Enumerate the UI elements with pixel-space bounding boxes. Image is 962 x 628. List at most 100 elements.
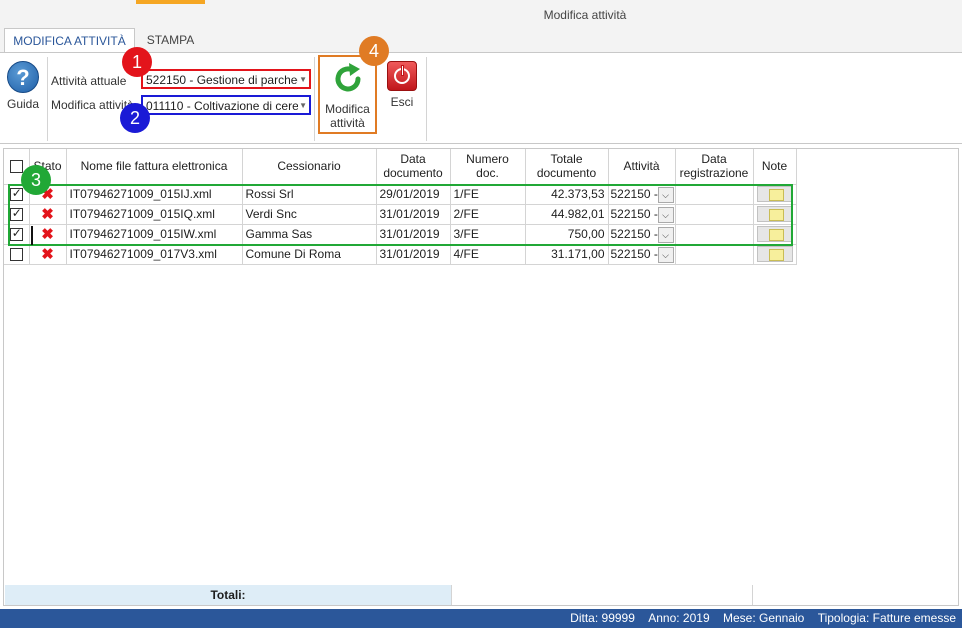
row-checkbox[interactable] xyxy=(9,226,23,242)
chevron-down-icon: ▼ xyxy=(299,75,307,84)
callout-badge-4: 4 xyxy=(359,36,389,66)
attivita-value: 522150 - xyxy=(610,247,658,261)
modify-activity-select[interactable]: 011110 - Coltivazione di cereali ▼ xyxy=(141,95,311,115)
totale-cell: 44.982,01 xyxy=(525,204,609,225)
header-data-documento[interactable]: Data documento xyxy=(376,149,451,185)
numero-cell: 2/FE xyxy=(450,204,526,225)
ribbon-separator xyxy=(47,57,48,141)
current-activity-value: 522150 - Gestione di parcheggi xyxy=(146,73,298,87)
note-cell[interactable] xyxy=(753,204,797,225)
chevron-down-icon[interactable]: ⌵ xyxy=(657,246,674,263)
status-mese: Mese: Gennaio xyxy=(722,611,805,625)
data-registrazione-cell[interactable] xyxy=(675,224,754,245)
data-registrazione-cell[interactable] xyxy=(675,204,754,225)
totals-row: Totali: xyxy=(5,585,793,605)
modify-activity-value: 011110 - Coltivazione di cereali xyxy=(146,99,298,113)
status-ditta: Ditta: 99999 xyxy=(570,611,635,625)
attivita-value: 522150 - xyxy=(610,187,658,201)
row-checkbox[interactable] xyxy=(9,186,23,202)
ribbon-separator xyxy=(314,57,315,141)
exit-button[interactable]: Esci xyxy=(384,61,420,109)
tab-modifica-attivita[interactable]: MODIFICA ATTIVITÀ xyxy=(4,28,135,53)
modify-button-label-line1: Modifica xyxy=(325,102,370,116)
attivita-cell[interactable]: 522150 - ⌵ xyxy=(608,204,676,225)
header-attivita[interactable]: Attività xyxy=(608,149,676,185)
refresh-icon xyxy=(335,63,360,92)
note-icon[interactable] xyxy=(756,206,793,222)
totale-cell: 42.373,53 xyxy=(525,184,609,205)
data-cell: 31/01/2019 xyxy=(376,224,451,245)
attivita-cell[interactable]: 522150 - ⌵ xyxy=(608,224,676,245)
totale-cell: 31.171,00 xyxy=(525,244,609,265)
file-cell: IT07946271009_015IJ.xml xyxy=(66,184,243,205)
current-activity-label: Attività attuale xyxy=(51,74,127,88)
chevron-down-icon[interactable]: ⌵ xyxy=(657,206,674,223)
note-cell[interactable] xyxy=(753,224,797,245)
tab-stampa[interactable]: STAMPA xyxy=(136,28,205,53)
callout-badge-2: 2 xyxy=(120,103,150,133)
table-row[interactable]: ✖ IT07946271009_015IQ.xml Verdi Snc 31/0… xyxy=(4,204,797,225)
modify-button-label-line2: attività xyxy=(330,116,365,130)
row-checkbox[interactable] xyxy=(9,248,23,262)
totals-value xyxy=(451,585,793,605)
note-icon[interactable] xyxy=(756,186,793,202)
current-activity-select[interactable]: 522150 - Gestione di parcheggi ▼ xyxy=(141,69,311,89)
file-cell: IT07946271009_015IW.xml xyxy=(66,224,243,245)
header-file[interactable]: Nome file fattura elettronica xyxy=(66,149,243,185)
window-title: Modifica attività xyxy=(543,8,627,22)
table-header-row: Stato Nome file fattura elettronica Cess… xyxy=(4,149,797,185)
header-data-line2: documento xyxy=(383,166,443,181)
note-icon[interactable] xyxy=(756,226,793,242)
callout-badge-3: 3 xyxy=(21,165,51,195)
header-totale[interactable]: Totale documento xyxy=(525,149,609,185)
header-numero-line2: doc. xyxy=(476,166,499,181)
row-checkbox-cell[interactable] xyxy=(4,224,30,245)
table-row[interactable]: ✖ IT07946271009_015IJ.xml Rossi Srl 29/0… xyxy=(4,184,797,205)
power-icon xyxy=(387,61,417,91)
ribbon-separator xyxy=(426,57,427,141)
chevron-down-icon[interactable]: ⌵ xyxy=(657,186,674,203)
file-cell: IT07946271009_015IQ.xml xyxy=(66,204,243,225)
header-datareg-line1: Data xyxy=(701,152,727,167)
header-numero[interactable]: Numero doc. xyxy=(450,149,526,185)
table-row[interactable]: ✖ IT07946271009_017V3.xml Comune Di Roma… xyxy=(4,244,797,265)
attivita-cell[interactable]: 522150 - ⌵ xyxy=(608,244,676,265)
header-totale-line1: Totale xyxy=(550,152,583,167)
data-registrazione-cell[interactable] xyxy=(675,184,754,205)
status-cell: ✖ xyxy=(29,204,67,225)
totals-label: Totali: xyxy=(5,585,451,605)
header-data-registrazione[interactable]: Data registrazione xyxy=(675,149,754,185)
note-cell[interactable] xyxy=(753,184,797,205)
file-cell: IT07946271009_017V3.xml xyxy=(66,244,243,265)
totale-cell: 750,00 xyxy=(525,224,609,245)
numero-cell: 1/FE xyxy=(450,184,526,205)
attivita-cell[interactable]: 522150 - ⌵ xyxy=(608,184,676,205)
invoice-table: Stato Nome file fattura elettronica Cess… xyxy=(4,149,797,265)
question-mark-icon: ? xyxy=(7,61,39,93)
header-cessionario[interactable]: Cessionario xyxy=(242,149,377,185)
select-all-checkbox[interactable] xyxy=(9,160,23,174)
note-icon[interactable] xyxy=(756,246,793,262)
table-row[interactable]: ✖ IT07946271009_015IW.xml Gamma Sas 31/0… xyxy=(4,224,797,245)
modify-activity-button[interactable]: Modifica attività xyxy=(318,55,377,134)
callout-badge-1: 1 xyxy=(122,47,152,77)
header-datareg-line2: registrazione xyxy=(679,166,749,181)
status-cell: ✖ xyxy=(29,244,67,265)
row-checkbox-cell[interactable] xyxy=(4,204,30,225)
attivita-value: 522150 - xyxy=(610,207,658,221)
status-anno: Anno: 2019 xyxy=(648,611,710,625)
exit-button-label: Esci xyxy=(390,95,414,109)
data-registrazione-cell[interactable] xyxy=(675,244,754,265)
title-bar: Modifica attività MODIFICA ATTIVITÀ STAM… xyxy=(0,0,962,53)
totals-note-cell xyxy=(752,585,793,605)
row-checkbox[interactable] xyxy=(9,206,23,222)
help-button[interactable]: ? Guida xyxy=(4,61,42,111)
cessionario-cell: Rossi Srl xyxy=(242,184,377,205)
header-note[interactable]: Note xyxy=(753,149,797,185)
row-checkbox-cell[interactable] xyxy=(4,244,30,265)
note-cell[interactable] xyxy=(753,244,797,265)
error-x-icon: ✖ xyxy=(41,246,54,263)
chevron-down-icon[interactable]: ⌵ xyxy=(657,226,674,243)
numero-cell: 3/FE xyxy=(450,224,526,245)
chevron-down-icon: ▼ xyxy=(299,101,307,110)
